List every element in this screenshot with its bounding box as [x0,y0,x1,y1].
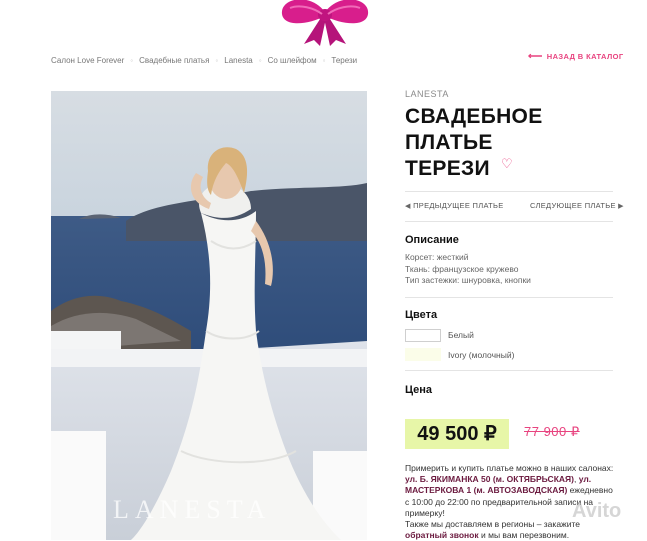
salon-address-link[interactable]: ул. Б. ЯКИМАНКА 50 (м. ОКТЯБРЬСКАЯ) [405,474,574,484]
color-swatch-white[interactable] [405,329,441,342]
title-line: ТЕРЕЗИ [405,157,490,180]
price-title: Цена [405,384,433,396]
title-line: СВАДЕБНОЕ [405,105,543,128]
breadcrumb-separator: ◦ [130,56,134,65]
divider [405,370,613,371]
back-to-catalog-link[interactable]: ⟵ НАЗАД В КАТАЛОГ [528,51,624,62]
current-price: 49 500 ₽ [405,419,509,449]
product-photo[interactable]: LANESTA [51,91,367,540]
next-dress-link[interactable]: СЛЕДУЮЩЕЕ ПЛАТЬЕ ▶ [530,201,624,210]
description-line: Ткань: французское кружево [405,263,519,274]
back-link-label: НАЗАД В КАТАЛОГ [546,52,624,61]
info-text: и мы вам перезвоним. [478,530,570,541]
title-line: ПЛАТЬЕ [405,131,493,154]
callback-link[interactable]: обратный звонок [405,530,479,540]
heart-icon[interactable]: ♡ [501,156,513,172]
color-swatch-ivory[interactable] [405,348,441,361]
breadcrumb-item-brand[interactable]: Lanesta [224,56,252,65]
product-title: СВАДЕБНОЕ ПЛАТЬЕ ТЕРЕЗИ [405,104,543,182]
arrow-left-icon: ⟵ [528,51,543,62]
prev-dress-label: ПРЕДЫДУЩЕЕ ПЛАТЬЕ [413,201,504,210]
avito-watermark: Avito [572,500,622,522]
breadcrumb-item-current: Терези [331,56,358,65]
description-line: Корсет: жесткий [405,252,469,262]
color-label-ivory: Ivory (молочный) [448,350,515,360]
chevron-right-icon: ▶ [618,203,624,210]
color-label-white: Белый [448,330,474,340]
breadcrumb-separator: ◦ [215,56,219,65]
photo-watermark: LANESTA [113,495,272,524]
breadcrumb-separator: ◦ [322,56,326,65]
breadcrumb-item-train[interactable]: Со шлейфом [268,56,317,65]
bow-logo [281,0,369,46]
info-text: Также мы доставляем в регионы – закажите [405,519,581,530]
breadcrumb-item-salon[interactable]: Салон Love Forever [51,56,124,65]
breadcrumb-item-dresses[interactable]: Свадебные платья [139,56,209,65]
next-dress-label: СЛЕДУЮЩЕЕ ПЛАТЬЕ [530,201,616,210]
breadcrumb-separator: ◦ [258,56,262,65]
breadcrumb: Салон Love Forever ◦ Свадебные платья ◦ Lane… [51,56,357,65]
divider [405,297,613,298]
description-line: Тип застежки: шнуровка, кнопки [405,275,531,285]
product-brand: LANESTA [405,89,449,99]
old-price: 77 900 ₽ [524,424,580,439]
description-title: Описание [405,234,459,246]
colors-title: Цвета [405,309,438,321]
description-list: Корсет: жесткий Ткань: французское круже… [405,252,531,287]
divider [405,221,613,222]
info-text: Примерить и купить платье можно в наших … [405,463,614,473]
divider [405,191,613,192]
chevron-left-icon: ◀ [405,203,411,210]
dress-photo-illustration [51,91,367,540]
prev-dress-link[interactable]: ◀ ПРЕДЫДУЩЕЕ ПЛАТЬЕ [405,201,504,210]
